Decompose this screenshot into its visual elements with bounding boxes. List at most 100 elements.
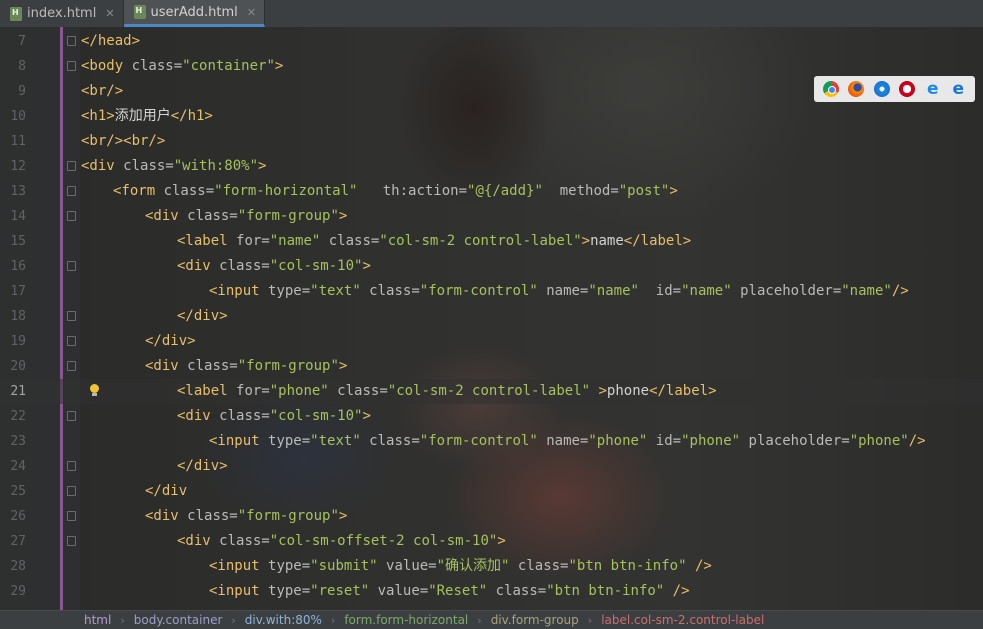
code-line[interactable]: 13 <form class="form-horizontal" th:actio… <box>0 179 983 204</box>
chevron-right-icon: › <box>587 613 593 627</box>
fold-marker-icon[interactable] <box>67 511 76 521</box>
code-line[interactable]: 7 </head> <box>0 29 983 54</box>
code-line[interactable]: 16 <div class="col-sm-10"> <box>0 254 983 279</box>
code-token: </label> <box>623 233 692 249</box>
code-line[interactable]: 14 <div class="form-group"> <box>0 204 983 229</box>
code-token: id= <box>647 433 682 449</box>
code-text: <div class="form-group"> <box>145 354 347 379</box>
code-token: type= <box>268 433 311 449</box>
breadcrumb-item[interactable]: html <box>84 613 111 627</box>
fold-marker-icon[interactable] <box>67 161 76 171</box>
code-token: </head> <box>81 33 141 49</box>
fold-marker-icon[interactable] <box>67 461 76 471</box>
breadcrumb-item[interactable]: form.form-horizontal <box>344 613 468 627</box>
code-text: </div> <box>177 304 228 329</box>
code-token: "col-sm-2 control-label" <box>379 233 582 249</box>
code-token: name= <box>537 433 589 449</box>
code-token: id= <box>638 283 682 299</box>
code-text: </head> <box>81 29 140 54</box>
code-text: <form class="form-horizontal" th:action=… <box>113 179 678 204</box>
code-editor[interactable]: 7 </head> 8 <body class="container"> 9 <br/> 1… <box>0 27 983 610</box>
code-line[interactable]: 12 <div class="with:80%"> <box>0 154 983 179</box>
code-token: type= <box>268 583 311 599</box>
fold-marker-icon[interactable] <box>67 336 76 346</box>
code-token: <input <box>209 283 269 299</box>
code-token: "@{/add}" <box>467 183 543 199</box>
breadcrumb-item[interactable]: div.form-group <box>491 613 579 627</box>
firefox-icon[interactable] <box>848 81 865 97</box>
fold-marker-icon[interactable] <box>67 261 76 271</box>
code-text: <div class="col-sm-10"> <box>177 254 371 279</box>
code-line[interactable]: 19 </div> <box>0 329 983 354</box>
safari-icon[interactable] <box>873 81 890 97</box>
code-token: /> <box>891 283 909 299</box>
tab-label: userAdd.html <box>150 4 238 20</box>
fold-marker-icon[interactable] <box>67 361 76 371</box>
code-line[interactable]: 26 <div class="form-group"> <box>0 504 983 529</box>
code-line[interactable]: 27 <div class="col-sm-offset-2 col-sm-10"… <box>0 529 983 554</box>
code-line[interactable]: 17 <input type="text" class="form-control… <box>0 279 983 304</box>
fold-marker-icon[interactable] <box>67 311 76 321</box>
html-file-icon <box>10 6 22 21</box>
fold-marker-icon[interactable] <box>67 186 76 196</box>
code-line[interactable]: 22 <div class="col-sm-10"> <box>0 404 983 429</box>
tab-useradd-html[interactable]: userAdd.html ✕ <box>123 0 266 27</box>
fold-marker-icon[interactable] <box>67 211 76 221</box>
code-token: <div <box>177 533 220 549</box>
code-token: /> <box>908 433 926 449</box>
code-token: name= <box>537 283 589 299</box>
code-line[interactable]: 23 <input type="text" class="form-control… <box>0 429 983 454</box>
code-token: class= <box>219 408 270 424</box>
code-line[interactable]: 21 <label for="phone" class="col-sm-2 con… <box>0 379 983 404</box>
close-icon[interactable]: ✕ <box>247 6 256 19</box>
line-number: 16 <box>10 259 26 274</box>
code-token: <div <box>81 158 124 174</box>
close-icon[interactable]: ✕ <box>105 7 114 20</box>
tab-index-html[interactable]: index.html ✕ <box>0 0 124 27</box>
code-line[interactable]: 20 <div class="form-group"> <box>0 354 983 379</box>
code-line[interactable]: 29 <input type="reset" value="Reset" clas… <box>0 579 983 604</box>
code-token: "form-control" <box>419 283 538 299</box>
code-token: > <box>362 258 371 274</box>
code-line[interactable]: 18 </div> <box>0 304 983 329</box>
fold-marker-icon[interactable] <box>67 61 76 71</box>
code-token: "确认添加" <box>436 558 510 574</box>
code-token: value= <box>369 583 429 599</box>
code-line[interactable]: 28 <input type="submit" value="确认添加" clas… <box>0 554 983 579</box>
lightbulb-icon[interactable] <box>89 384 99 398</box>
line-number: 12 <box>10 159 26 174</box>
code-line[interactable]: 10 <h1>添加用户</h1> <box>0 104 983 129</box>
ie-icon[interactable]: e <box>925 81 941 98</box>
code-line[interactable]: 15 <label for="name" class="col-sm-2 cont… <box>0 229 983 254</box>
code-line[interactable]: 24 </div> <box>0 454 983 479</box>
fold-marker-icon[interactable] <box>67 411 76 421</box>
code-token: class= <box>360 433 420 449</box>
code-token: class= <box>131 58 183 74</box>
fold-marker-icon[interactable] <box>67 486 76 496</box>
breadcrumb-item[interactable]: body.container <box>134 613 223 627</box>
line-number: 22 <box>10 409 26 424</box>
code-token: "form-group" <box>237 508 339 524</box>
code-token: </div> <box>177 308 228 324</box>
editor-tab-bar: index.html ✕ userAdd.html ✕ <box>0 0 983 28</box>
code-text: <div class="form-group"> <box>145 204 347 229</box>
opera-icon[interactable] <box>899 81 916 97</box>
line-number: 24 <box>10 459 26 474</box>
code-token: class= <box>320 233 380 249</box>
code-token: class= <box>219 258 270 274</box>
code-token: "submit" <box>310 558 378 574</box>
code-line[interactable]: 11 <br/><br/> <box>0 129 983 154</box>
code-text: <label for="name" class="col-sm-2 contro… <box>177 229 691 254</box>
fold-marker-icon[interactable] <box>67 36 76 46</box>
code-line[interactable]: 25 </div <box>0 479 983 504</box>
breadcrumb-item[interactable]: div.with:80% <box>245 613 322 627</box>
code-token: class= <box>219 533 270 549</box>
code-token: <div <box>177 408 220 424</box>
breadcrumb-item[interactable]: label.col-sm-2.control-label <box>601 613 764 627</box>
edge-icon[interactable]: e <box>950 81 966 98</box>
code-text: <input type="submit" value="确认添加" class=… <box>209 554 712 579</box>
fold-marker-icon[interactable] <box>67 536 76 546</box>
line-number: 9 <box>18 84 26 99</box>
chrome-icon[interactable] <box>822 81 839 97</box>
line-number: 28 <box>10 559 26 574</box>
